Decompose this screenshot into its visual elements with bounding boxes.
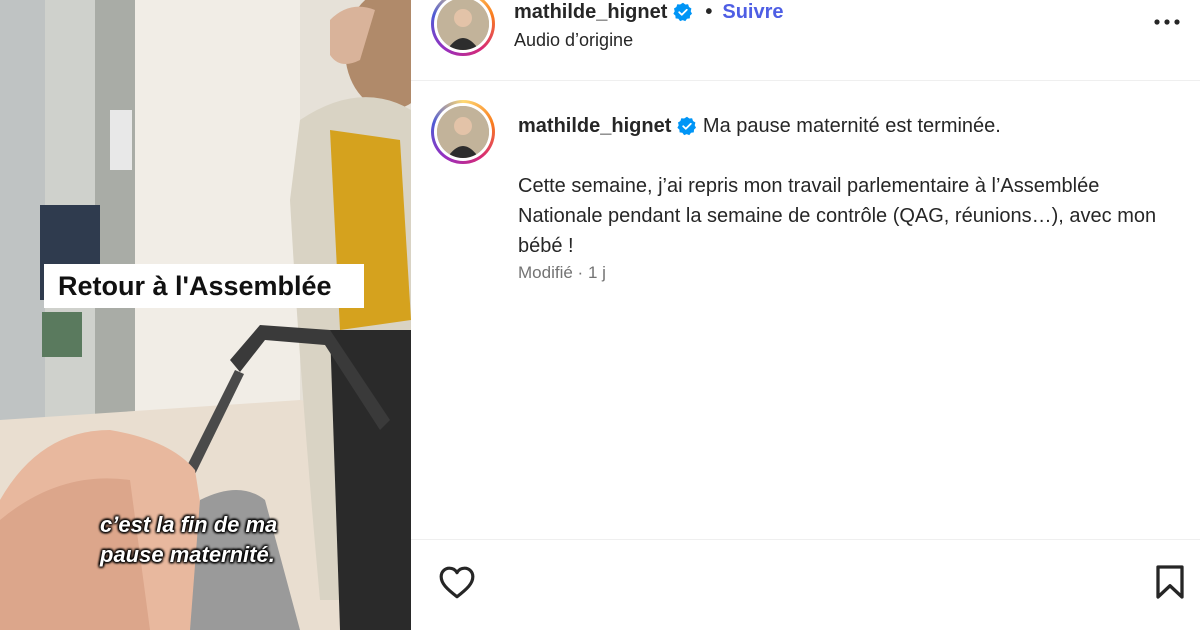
post-header: mathilde_hignet • Suivre Audio d’origine xyxy=(411,0,1200,81)
video-caption: c’est la fin de ma pause maternité. xyxy=(100,512,278,567)
instagram-post-page: Retour à l'Assemblée c’est la fin de ma … xyxy=(0,0,1200,630)
avatar-photo xyxy=(437,0,489,50)
author-username[interactable]: mathilde_hignet xyxy=(514,0,667,24)
caption-comment: mathilde_hignet Ma pause maternité est t… xyxy=(411,81,1200,539)
more-options-icon[interactable] xyxy=(1152,10,1182,34)
audio-link[interactable]: Audio d’origine xyxy=(514,30,633,51)
video-overlay-title: Retour à l'Assemblée xyxy=(44,264,364,308)
comment-text: mathilde_hignet Ma pause maternité est t… xyxy=(518,111,1178,261)
post-sidebar: mathilde_hignet • Suivre Audio d’origine xyxy=(411,0,1200,630)
action-bar xyxy=(411,539,1200,630)
edited-status: Modifié xyxy=(518,263,573,282)
heart-icon[interactable] xyxy=(438,564,476,600)
verified-badge-icon xyxy=(673,2,693,22)
verified-badge-icon xyxy=(677,116,697,136)
comment-body: Cette semaine, j’ai repris mon travail p… xyxy=(518,175,1157,257)
comment-avatar-photo xyxy=(437,106,489,158)
comment-meta: Modifié · 1 j xyxy=(518,263,606,283)
comment-username[interactable]: mathilde_hignet xyxy=(518,111,671,141)
comment-first-line: Ma pause maternité est terminée. xyxy=(702,115,1001,137)
header-separator: • xyxy=(705,1,713,23)
meta-separator: · xyxy=(577,263,584,282)
comment-author-avatar[interactable] xyxy=(431,100,495,164)
comment-age[interactable]: 1 j xyxy=(588,263,606,282)
follow-button[interactable]: Suivre xyxy=(722,0,783,24)
post-video[interactable]: Retour à l'Assemblée c’est la fin de ma … xyxy=(0,0,411,630)
bookmark-icon[interactable] xyxy=(1154,564,1186,600)
author-avatar[interactable] xyxy=(431,0,495,56)
